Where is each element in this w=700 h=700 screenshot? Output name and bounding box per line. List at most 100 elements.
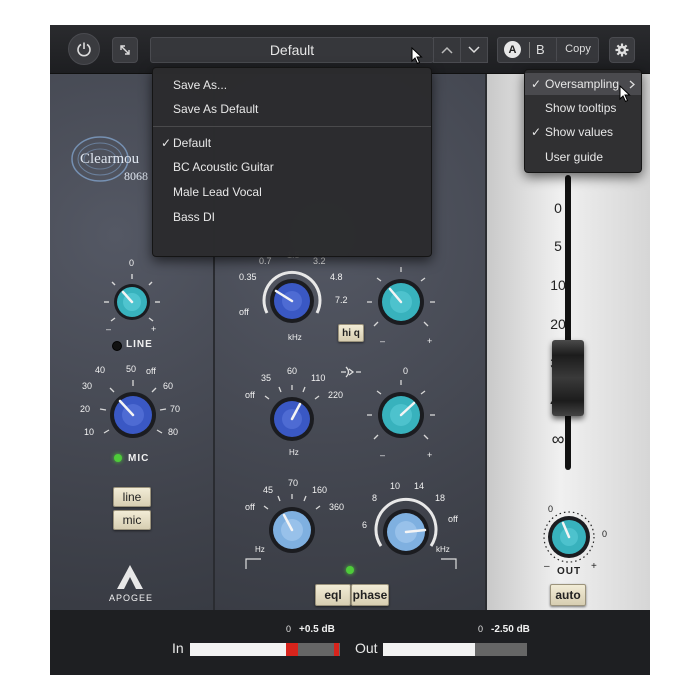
meter-bar: In 0 +0.5 dB Out 0 -2.50 dB	[50, 610, 650, 675]
fader-scale-infinity: ∞	[551, 429, 565, 449]
output-meter-zero-label: 0	[478, 624, 484, 634]
input-meter	[190, 643, 340, 656]
settings-user-guide[interactable]: User guide	[525, 146, 641, 168]
input-meter-fill	[190, 643, 286, 656]
output-meter-label: Out	[355, 640, 378, 656]
b-button[interactable]: B	[536, 42, 545, 57]
output-meter-db: -2.50 dB	[491, 624, 530, 635]
menu-separator	[153, 126, 431, 127]
brand-name: Clearmou	[80, 151, 140, 167]
hf-freq-48: 4.8	[330, 272, 343, 282]
settings-button[interactable]	[609, 37, 635, 63]
preset-item-bc-acoustic-guitar[interactable]: BC Acoustic Guitar	[153, 156, 431, 178]
output-fader-handle[interactable]	[552, 340, 584, 416]
settings-item-label: Oversampling	[545, 77, 620, 91]
mic-gain-knob[interactable]	[98, 379, 168, 449]
line-knob-minus: –	[106, 324, 112, 334]
low-shelf-icon	[245, 558, 261, 569]
preset-menu: Save As... Save As Default ✓ Default BC …	[152, 67, 432, 257]
expand-icon	[120, 45, 130, 55]
hf-shelf-unit: kHz	[436, 545, 450, 554]
out-knob-right-zero: 0	[602, 529, 608, 539]
mid-freq-60: 60	[287, 366, 298, 376]
preset-item-label: Bass DI	[173, 210, 216, 224]
preset-item-default[interactable]: ✓ Default	[153, 132, 431, 154]
auto-button[interactable]: auto	[550, 584, 586, 606]
input-meter-over	[286, 643, 298, 656]
lf-frequency-knob[interactable]	[257, 492, 327, 562]
preset-item-male-lead-vocal[interactable]: Male Lead Vocal	[153, 181, 431, 203]
line-input-button[interactable]: line	[113, 487, 151, 507]
hf-freq-07: 0.7	[259, 256, 272, 266]
hi-q-button[interactable]: hi q	[338, 324, 364, 342]
hf-gain-knob[interactable]	[365, 266, 437, 338]
menu-save-as-default[interactable]: Save As Default	[153, 98, 431, 120]
mic-scale-10: 10	[84, 427, 95, 437]
output-trim-knob[interactable]	[539, 507, 599, 567]
phase-button[interactable]: phase	[351, 584, 389, 606]
cursor-icon	[619, 85, 631, 103]
eql-button[interactable]: eql	[315, 584, 351, 606]
settings-show-values[interactable]: ✓ Show values	[525, 121, 641, 143]
mid-gain-knob[interactable]	[365, 379, 437, 451]
line-gain-knob[interactable]	[102, 272, 162, 332]
mid-freq-off: off	[245, 390, 255, 400]
input-meter-clip	[334, 643, 339, 656]
bell-curve-icon	[341, 366, 361, 378]
mid-frequency-knob[interactable]	[259, 384, 325, 450]
mic-scale-30: 30	[82, 381, 93, 391]
checkmark-icon: ✓	[531, 77, 542, 91]
ab-divider	[529, 42, 530, 58]
fader-scale-0: 0	[554, 200, 562, 216]
eq-led	[346, 566, 354, 574]
line-tag: LINE	[126, 339, 153, 350]
brand-model: 8068	[124, 169, 148, 183]
hf-freq-72: 7.2	[335, 295, 348, 305]
previous-preset-button[interactable]	[433, 37, 461, 63]
hf-gain-minus: –	[380, 336, 386, 346]
input-meter-zero-label: 0	[286, 624, 292, 634]
input-meter-label: In	[172, 640, 184, 656]
mic-led	[114, 454, 122, 462]
menu-save-as[interactable]: Save As...	[153, 74, 431, 96]
menu-save-as-label: Save As...	[173, 78, 228, 92]
expand-button[interactable]	[112, 37, 138, 63]
checkmark-icon: ✓	[531, 125, 542, 139]
hf-freq-unit: kHz	[288, 333, 302, 342]
a-button[interactable]: A	[504, 41, 521, 58]
mic-tag: MIC	[128, 453, 150, 464]
output-meter	[383, 643, 527, 656]
mic-scale-20: 20	[80, 404, 91, 414]
mid-freq-110: 110	[311, 373, 326, 383]
power-button[interactable]	[68, 33, 100, 65]
gear-icon	[615, 43, 629, 57]
mic-scale-off: off	[146, 366, 156, 376]
preset-item-label: Default	[173, 136, 212, 150]
preset-item-label: BC Acoustic Guitar	[173, 160, 274, 174]
fader-scale-20: 20	[550, 316, 566, 332]
ab-compare: A B Copy	[497, 37, 599, 63]
preset-selector[interactable]: Default	[150, 37, 434, 63]
copy-button[interactable]: Copy	[556, 37, 599, 61]
fader-scale-10: 10	[550, 277, 566, 293]
mic-scale-80: 80	[168, 427, 179, 437]
mid-freq-35: 35	[261, 373, 272, 383]
hf-frequency-knob[interactable]	[257, 267, 327, 333]
settings-item-label: User guide	[545, 150, 604, 164]
hf-freq-off: off	[239, 307, 249, 317]
hf-shelf-10: 10	[390, 481, 401, 491]
mid-gain-minus: –	[380, 450, 386, 460]
preset-item-bass-di[interactable]: Bass DI	[153, 206, 431, 228]
preset-name: Default	[269, 42, 315, 58]
high-shelf-icon	[441, 558, 457, 569]
hf-shelf-off: off	[448, 514, 458, 524]
mid-freq-220: 220	[328, 390, 344, 400]
mic-input-button[interactable]: mic	[113, 510, 151, 530]
apogee-logo-text: APOGEE	[109, 593, 154, 603]
lf-freq-360: 360	[329, 502, 345, 512]
line-knob-zero: 0	[129, 258, 135, 268]
hf-shelf-knob[interactable]	[371, 494, 441, 564]
lf-freq-unit: Hz	[255, 545, 265, 554]
next-preset-button[interactable]	[460, 37, 488, 63]
hf-gain-plus: +	[427, 336, 433, 346]
